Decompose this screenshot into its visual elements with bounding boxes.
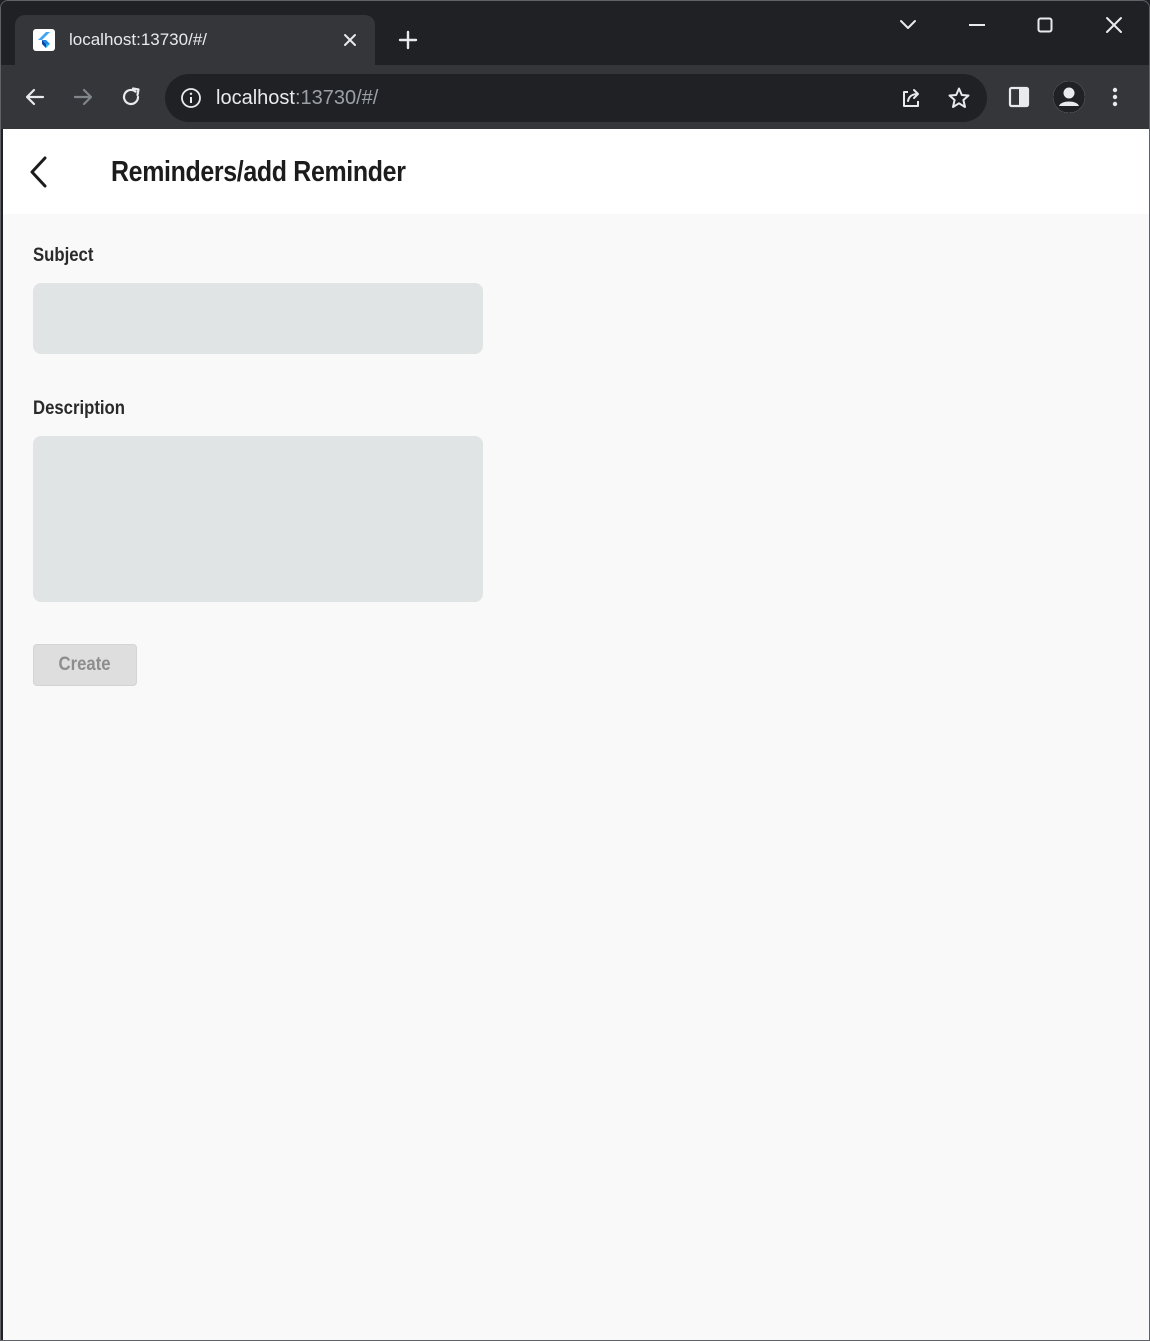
app-page: Reminders/add Reminder Subject Descripti… — [3, 129, 1149, 1340]
flutter-icon — [33, 29, 55, 51]
page-title: Reminders/add Reminder — [111, 156, 406, 188]
maximize-icon[interactable] — [1025, 7, 1065, 43]
bookmark-star-icon[interactable] — [945, 84, 973, 112]
subject-input[interactable] — [33, 283, 483, 354]
side-panel-icon[interactable] — [1001, 79, 1037, 115]
tab-title: localhost:13730/#/ — [69, 30, 207, 49]
browser-toolbar: localhost:13730/#/ — [1, 65, 1149, 129]
url-text[interactable]: localhost:13730/#/ — [216, 86, 378, 110]
new-tab-icon[interactable] — [391, 23, 425, 57]
tab-search-icon[interactable] — [888, 7, 928, 43]
description-input[interactable] — [33, 436, 483, 602]
create-button[interactable]: Create — [33, 644, 137, 686]
url-host: localhost — [216, 87, 295, 109]
browser-window: localhost:13730/#/ localhost:13730/#/ Re… — [0, 0, 1150, 1341]
menu-icon[interactable] — [1097, 79, 1133, 115]
minimize-icon[interactable] — [957, 7, 997, 43]
profile-icon[interactable] — [1053, 81, 1085, 113]
chevron-left-icon[interactable] — [17, 149, 59, 195]
browser-tab[interactable]: localhost:13730/#/ — [15, 15, 375, 65]
close-window-icon[interactable] — [1094, 7, 1134, 43]
back-icon[interactable] — [17, 79, 53, 115]
forward-icon[interactable] — [65, 79, 101, 115]
subject-label: Subject — [33, 245, 94, 266]
create-button-label: Create — [58, 654, 112, 675]
reload-icon[interactable] — [113, 79, 149, 115]
address-bar[interactable]: localhost:13730/#/ — [165, 74, 987, 122]
description-label: Description — [33, 398, 125, 419]
share-icon[interactable] — [897, 84, 925, 112]
tab-strip: localhost:13730/#/ — [1, 1, 1149, 65]
url-path: :13730/#/ — [294, 87, 379, 109]
tab-close-icon[interactable] — [337, 27, 363, 53]
app-bar: Reminders/add Reminder — [3, 129, 1149, 214]
site-info-icon[interactable] — [179, 86, 203, 110]
